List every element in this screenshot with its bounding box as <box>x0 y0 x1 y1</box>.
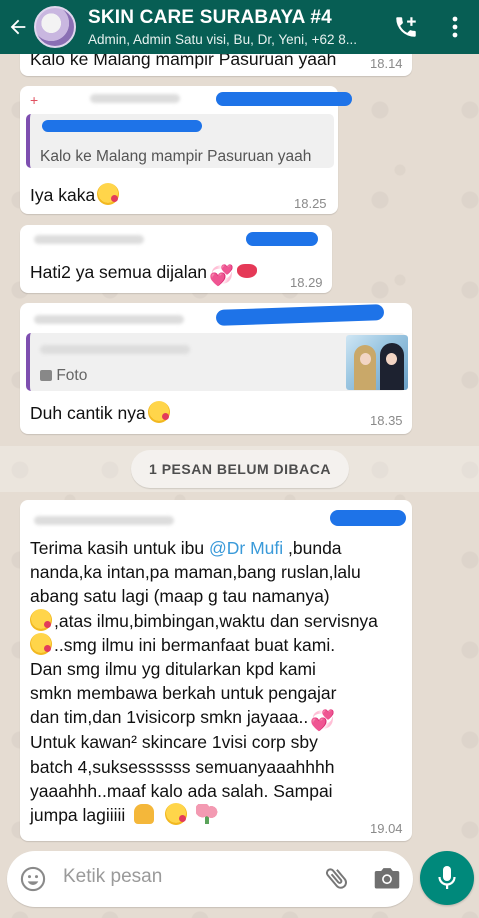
smiling-face-hearts-emoji-icon <box>147 401 170 423</box>
group-avatar[interactable] <box>34 6 76 48</box>
group-members: Admin, Admin Satu visi, Bu, Dr, Yeni, +6… <box>88 32 358 47</box>
kissing-face-emoji-icon <box>97 183 120 205</box>
add-call-icon[interactable] <box>389 10 423 44</box>
message-time: 18.35 <box>370 413 403 428</box>
revolving-hearts-emoji-icon <box>209 264 235 286</box>
voice-message-button[interactable] <box>420 851 474 905</box>
quoted-photo-label: Foto <box>40 367 87 385</box>
back-arrow-icon[interactable] <box>2 0 34 54</box>
camera-photo-icon <box>40 370 52 381</box>
quoted-text: Kalo ke Malang mampir Pasuruan yaah <box>40 148 312 165</box>
message-bubble[interactable]: + Kalo ke Malang mampir Pasuruan yaah Iy… <box>20 86 352 214</box>
kiss-mark-emoji-icon <box>237 264 258 278</box>
hand-over-mouth-emoji-icon <box>30 608 52 631</box>
redaction-scribble <box>330 510 406 526</box>
quoted-sender-redacted <box>40 345 190 354</box>
redaction-scribble <box>215 304 385 326</box>
camera-icon[interactable] <box>373 865 401 896</box>
redaction-scribble <box>216 92 352 106</box>
redaction-scribble <box>246 232 318 246</box>
sender-name-redacted <box>34 516 174 525</box>
sender-name-redacted <box>34 235 144 244</box>
bouquet-emoji-icon <box>195 804 218 825</box>
group-info[interactable]: SKIN CARE SURABAYA #4 Admin, Admin Satu … <box>88 7 388 47</box>
message-composer <box>7 851 413 907</box>
message-text: Duh cantik nya <box>30 401 170 424</box>
message-text: Iya kaka <box>30 183 120 206</box>
message-input[interactable] <box>63 866 313 888</box>
sender-name-redacted <box>34 315 184 324</box>
unread-messages-badge: 1 PESAN BELUM DIBACA <box>131 450 349 488</box>
sender-name-redacted <box>90 94 180 103</box>
message-bubble[interactable]: Hati2 ya semua dijalan 18.29 <box>20 225 332 293</box>
heart-eyes-emoji-icon <box>30 632 52 655</box>
revolving-hearts-emoji-icon <box>310 708 336 730</box>
kissing-face-emoji-icon <box>165 803 188 826</box>
message-time: 18.25 <box>294 196 327 211</box>
message-bubble[interactable]: Terima kasih untuk ibu @Dr Mufi ,bunda n… <box>20 500 412 841</box>
chat-header: SKIN CARE SURABAYA #4 Admin, Admin Satu … <box>0 0 479 54</box>
message-time: 19.04 <box>370 821 403 836</box>
quoted-photo-thumbnail <box>346 335 408 390</box>
more-options-icon[interactable] <box>438 10 472 44</box>
attach-paperclip-icon[interactable] <box>323 864 351 897</box>
message-time: 18.14 <box>370 56 403 71</box>
sender-marker: + <box>30 92 39 108</box>
message-text: Hati2 ya semua dijalan <box>30 261 258 286</box>
message-time: 18.29 <box>290 275 323 290</box>
emoji-picker-icon[interactable] <box>19 865 47 898</box>
group-title: SKIN CARE SURABAYA #4 <box>88 7 332 28</box>
quoted-message[interactable]: Kalo ke Malang mampir Pasuruan yaah <box>26 114 334 168</box>
redaction-scribble <box>42 120 202 132</box>
folded-hands-emoji-icon <box>134 804 155 825</box>
message-body: Terima kasih untuk ibu @Dr Mufi ,bunda n… <box>30 536 406 827</box>
microphone-icon <box>438 866 456 889</box>
mention-link[interactable]: @Dr Mufi <box>209 538 283 558</box>
